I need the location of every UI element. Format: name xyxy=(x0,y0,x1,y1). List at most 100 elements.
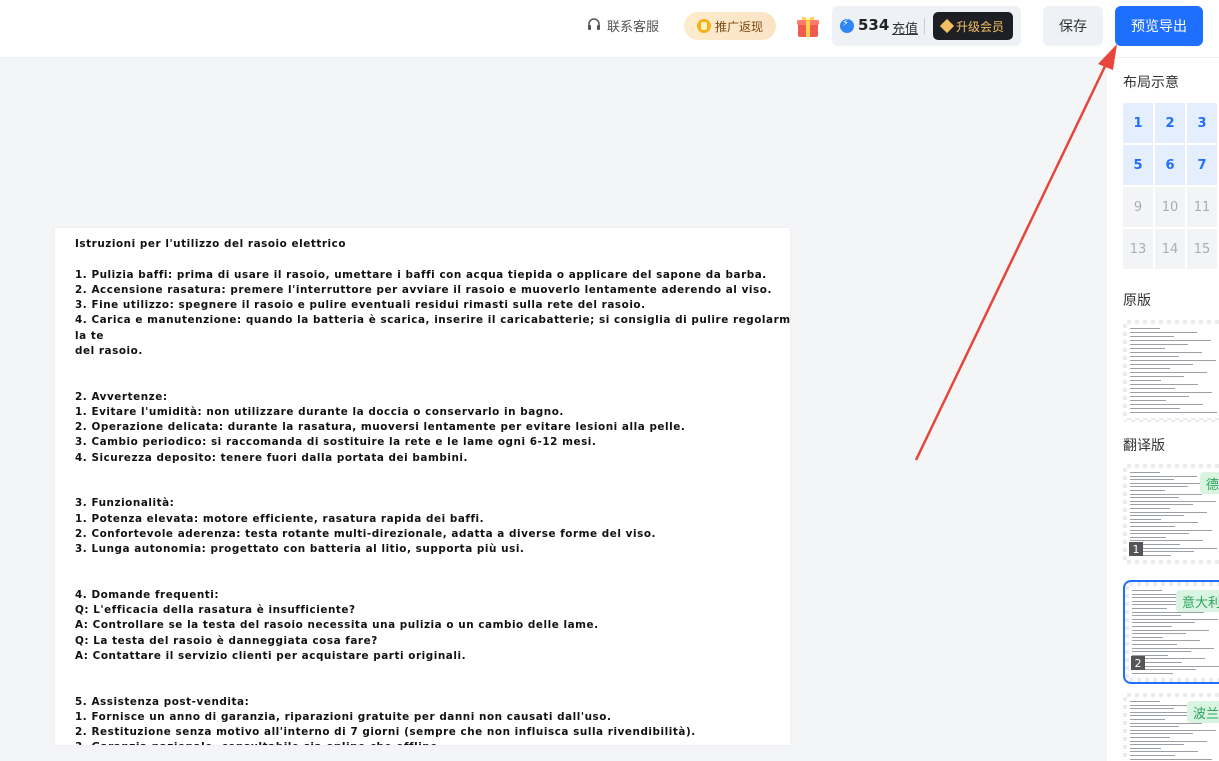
thumbnail-text-line xyxy=(1130,715,1188,717)
original-thumbnail[interactable] xyxy=(1123,320,1219,422)
document-line: Q: L'efficacia della rasatura è insuffic… xyxy=(75,604,356,616)
coin-icon xyxy=(696,19,711,33)
document-line: Q: La testa del rasoio è danneggiata cos… xyxy=(75,634,378,647)
document-line: 1. Potenza elevata: motore efficiente, r… xyxy=(75,512,485,525)
language-tag: 德 xyxy=(1199,472,1219,494)
layout-cell[interactable]: 14 xyxy=(1155,229,1185,269)
thumbnail-text-line xyxy=(1130,755,1175,756)
document-line: A: Controllare se la testa del rasoio ne… xyxy=(75,619,599,632)
thumbnail-text-line xyxy=(1132,626,1172,627)
promo-label: 推广返现 xyxy=(714,19,763,34)
layout-title: 布局示意 xyxy=(1123,75,1179,91)
document-text: Istruzioni per l'utilizzo del rasoio ele… xyxy=(75,237,790,745)
thumbnail-text-line xyxy=(1132,672,1173,674)
thumbnail-text-line xyxy=(1132,608,1167,609)
preview-export-button[interactable]: 预览导出 xyxy=(1115,6,1203,46)
thumbnail-text-line xyxy=(1132,665,1219,667)
thumbnail-text-line xyxy=(1130,340,1211,341)
document-line: 3. Lunga autonomia: progettato con batte… xyxy=(75,543,525,555)
thumbnail-text-line xyxy=(1130,497,1179,499)
layout-cell[interactable]: 9 xyxy=(1123,187,1153,227)
thumbnail-text-line xyxy=(1130,336,1174,337)
layout-cell[interactable]: 5 xyxy=(1123,145,1153,185)
thumbnail-text-line xyxy=(1130,482,1211,484)
gift-icon[interactable] xyxy=(794,12,822,40)
document-line: del rasoio. xyxy=(75,344,143,357)
document-line: 2. Accensione rasatura: premere l'interr… xyxy=(75,283,772,296)
document-line: 2. Operazione delicata: durante la rasat… xyxy=(75,421,686,433)
thumbnail-text-line xyxy=(1130,412,1217,413)
layout-cell[interactable]: 13 xyxy=(1123,229,1153,269)
thumbnail-text-line xyxy=(1132,615,1181,617)
thumbnail-text-line xyxy=(1130,360,1216,361)
thumbnail-text-line xyxy=(1130,719,1165,720)
thumbnail-text-line xyxy=(1130,368,1170,369)
contact-support-link[interactable]: 联系客服 xyxy=(586,15,659,35)
thumbnail-text-line xyxy=(1132,651,1191,653)
recharge-link[interactable]: 充值 xyxy=(892,18,918,37)
layout-cell[interactable]: 15 xyxy=(1187,229,1217,269)
original-title: 原版 xyxy=(1123,293,1151,309)
thumbnail-text-line xyxy=(1130,533,1189,535)
thumbnail-text-line xyxy=(1130,332,1197,333)
page-number-badge: 1 xyxy=(1129,542,1143,556)
document-page: Istruzioni per l'utilizzo del rasoio ele… xyxy=(55,228,790,745)
thumbnail-text-line xyxy=(1130,396,1189,397)
thumbnail-text-line xyxy=(1132,647,1214,649)
headset-icon xyxy=(588,18,600,30)
document-line: 4. Sicurezza deposito: tenere fuori dall… xyxy=(75,451,469,464)
right-panel: 布局示意 1 2 3 5 6 7 9 10 11 13 14 15 原版 翻译版 德 1 意大利 2 波兰 xyxy=(1107,58,1219,761)
translated-thumbnail[interactable]: 德1 xyxy=(1123,464,1219,564)
thumbnail-text-line xyxy=(1130,701,1160,702)
translated-title: 翻译版 xyxy=(1123,438,1165,454)
layout-cell[interactable]: 10 xyxy=(1155,187,1185,227)
thumbnail-text-line xyxy=(1132,618,1218,620)
document-line: 1. Evitare l'umidità: non utilizzare dur… xyxy=(75,405,564,418)
thumbnail-text-line xyxy=(1130,758,1212,760)
layout-cell[interactable]: 1 xyxy=(1123,103,1153,143)
layout-cell[interactable]: 6 xyxy=(1155,145,1185,185)
thumbnail-text-line xyxy=(1130,522,1198,524)
translated-thumbnail[interactable]: 波兰 xyxy=(1123,693,1219,761)
promo-cashback-button[interactable]: 推广返现 xyxy=(684,12,776,40)
thumbnail-text-line xyxy=(1130,356,1179,357)
save-button[interactable]: 保存 xyxy=(1043,6,1103,46)
divider xyxy=(924,18,925,34)
thumbnail-text-line xyxy=(1130,486,1188,488)
thumbnail-text-line xyxy=(1130,364,1193,365)
thumbnail-text-line xyxy=(1130,493,1202,495)
thumbnail-text-line xyxy=(1130,529,1212,531)
thumbnail-text-line xyxy=(1130,384,1198,385)
document-line: 1. Fornisce un anno di garanzia, riparaz… xyxy=(75,710,612,723)
thumbnail-text-line xyxy=(1130,508,1170,509)
thumbnail-text-line xyxy=(1130,515,1184,517)
thumbnail-text-line xyxy=(1130,518,1161,520)
thumbnail-text-line xyxy=(1130,729,1216,731)
credit-count: 534 xyxy=(858,16,890,34)
thumbnail-text-line xyxy=(1130,348,1165,349)
layout-cell[interactable]: 3 xyxy=(1187,103,1217,143)
document-line: 4. Domande frequenti: xyxy=(75,588,220,601)
document-line: 2. Avvertenze: xyxy=(75,390,168,403)
thumbnail-text-line xyxy=(1130,479,1174,481)
thumbnail-text-line xyxy=(1130,388,1175,389)
document-line: 2. Restituzione senza motivo all'interno… xyxy=(75,726,696,738)
thumbnail-text-line xyxy=(1132,633,1186,635)
upgrade-vip-button[interactable]: 升级会员 xyxy=(933,12,1013,40)
layout-cell[interactable]: 11 xyxy=(1187,187,1217,227)
thumbnail-text-line xyxy=(1132,640,1200,642)
lightning-icon xyxy=(840,18,854,33)
thumbnail-text-line xyxy=(1130,472,1160,473)
thumbnail-text-line xyxy=(1130,404,1203,405)
layout-cell[interactable]: 2 xyxy=(1155,103,1185,143)
credit-balance-panel: 534 充值 升级会员 xyxy=(832,6,1021,46)
translated-thumbnail[interactable]: 意大利 2 xyxy=(1123,580,1219,684)
layout-cell[interactable]: 7 xyxy=(1187,145,1217,185)
thumbnail-text-line xyxy=(1132,629,1209,631)
